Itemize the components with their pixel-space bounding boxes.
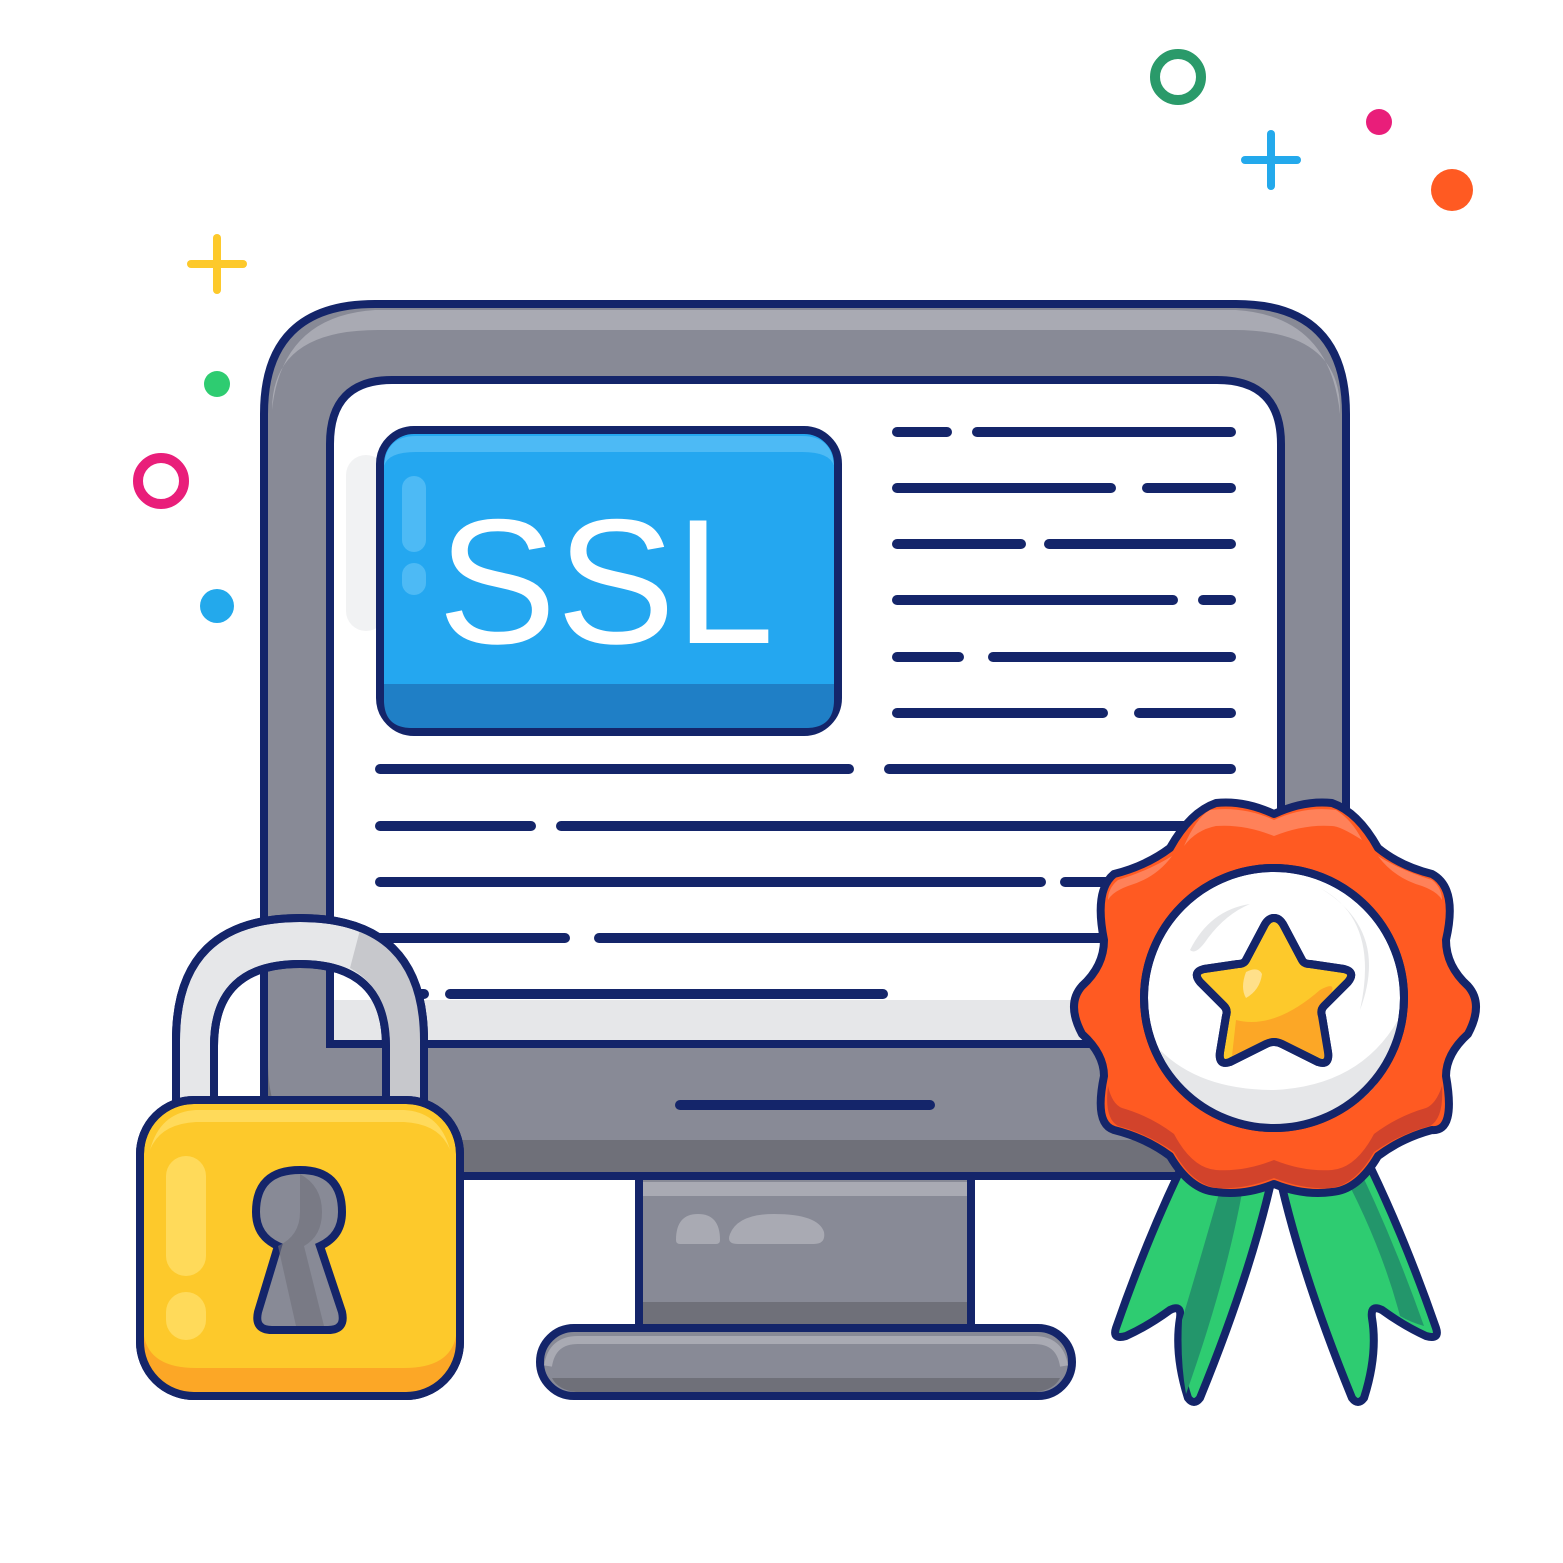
dot-green-icon xyxy=(204,371,230,397)
ring-pink-icon xyxy=(133,453,189,509)
monitor-stand-base xyxy=(536,1324,1076,1400)
dot-pink-icon xyxy=(1366,109,1392,135)
monitor-stand-neck xyxy=(635,1156,975,1338)
dot-orange-icon xyxy=(1431,169,1473,211)
ssl-badge-icon: SSL xyxy=(376,426,842,736)
plus-yellow-icon xyxy=(187,234,247,294)
dot-blue-icon xyxy=(200,589,234,623)
award-rosette-icon xyxy=(1070,798,1480,1406)
ssl-security-illustration: SSL xyxy=(133,49,1480,1406)
plus-blue-icon xyxy=(1241,130,1301,190)
ring-green-icon xyxy=(1150,49,1206,105)
ssl-label: SSL xyxy=(438,482,774,681)
